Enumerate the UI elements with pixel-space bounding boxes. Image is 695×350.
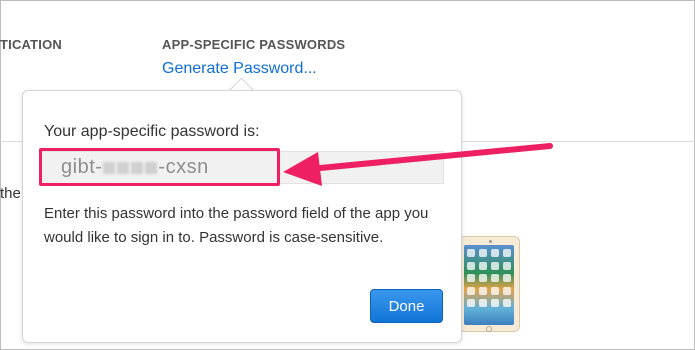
- done-button[interactable]: Done: [370, 289, 443, 323]
- section-header-app-passwords: APP-SPECIFIC PASSWORDS: [162, 37, 346, 52]
- annotation-highlight-box: [39, 148, 280, 186]
- password-label: Your app-specific password is:: [44, 123, 260, 140]
- ipad-app-grid: [467, 249, 511, 309]
- section-header-authentication: TICATION: [0, 37, 63, 52]
- ipad-camera: [489, 240, 492, 243]
- ipad-home-button: [486, 326, 492, 332]
- ipad-device-image: [458, 236, 520, 332]
- ipad-screen: [464, 245, 514, 325]
- generate-password-link[interactable]: Generate Password...: [162, 60, 317, 78]
- background-text: the: [0, 185, 21, 202]
- password-popover: Your app-specific password is: gibt- -cxs…: [22, 90, 462, 343]
- password-instructions: Enter this password into the password fi…: [44, 205, 429, 246]
